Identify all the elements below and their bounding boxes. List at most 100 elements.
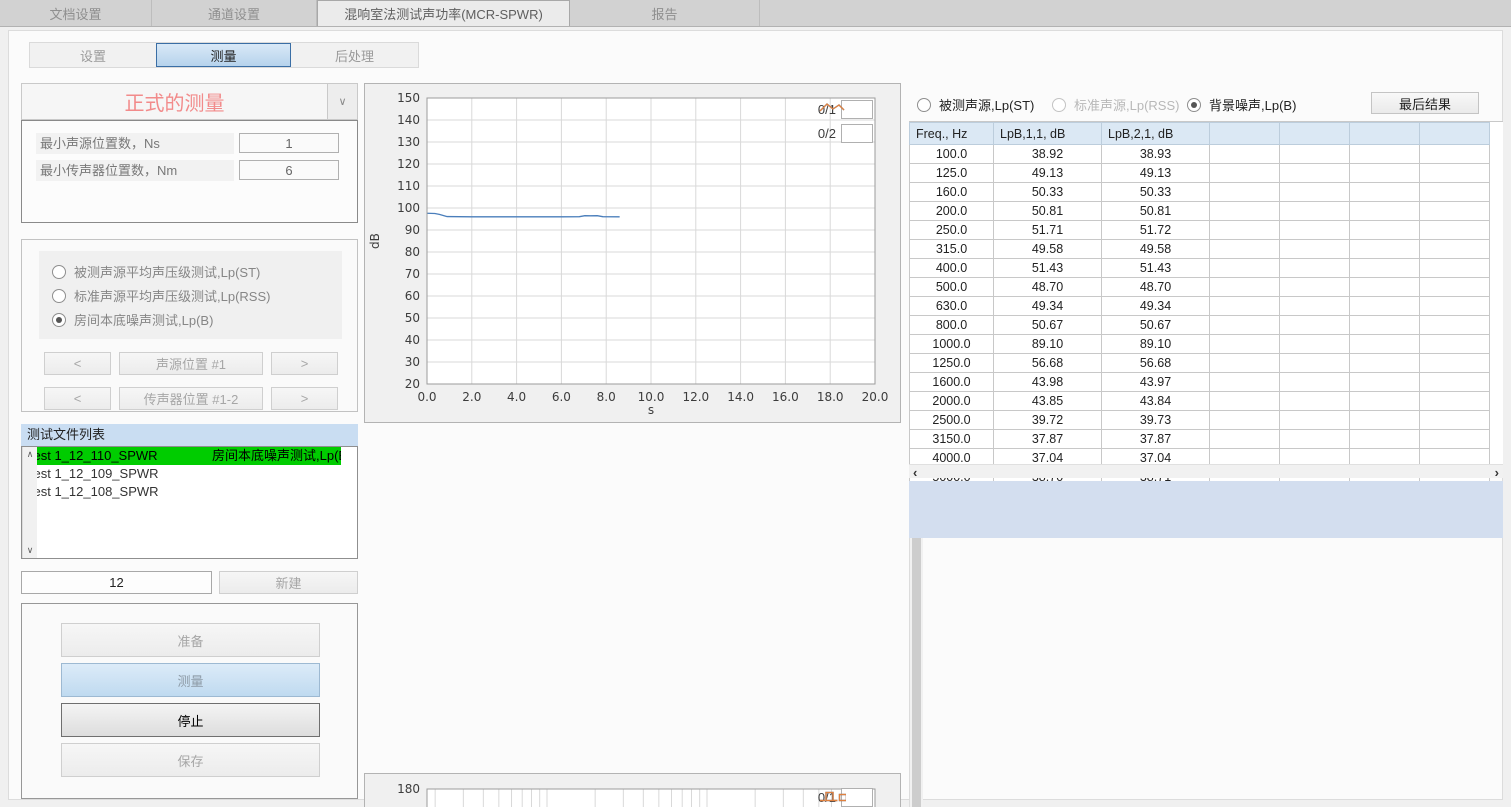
table-cell[interactable]: 1250.0 xyxy=(910,354,994,373)
table-cell-empty[interactable] xyxy=(1210,373,1280,392)
table-row[interactable]: 250.051.7151.72 xyxy=(910,221,1490,240)
table-cell[interactable]: 50.67 xyxy=(994,316,1102,335)
table-cell-empty[interactable] xyxy=(1280,316,1350,335)
table-cell[interactable]: 51.72 xyxy=(1102,221,1210,240)
table-cell[interactable]: 315.0 xyxy=(910,240,994,259)
table-cell[interactable]: 49.34 xyxy=(994,297,1102,316)
mic-pos-button[interactable]: 传声器位置 #1-2 xyxy=(119,387,263,410)
table-cell-empty[interactable] xyxy=(1210,202,1280,221)
table-cell-empty[interactable] xyxy=(1280,278,1350,297)
table-cell[interactable]: 800.0 xyxy=(910,316,994,335)
line-series-icon[interactable] xyxy=(841,124,873,143)
table-cell-empty[interactable] xyxy=(1420,316,1490,335)
table-cell[interactable]: 51.43 xyxy=(994,259,1102,278)
table-cell[interactable]: 39.72 xyxy=(994,411,1102,430)
table-cell[interactable]: 38.93 xyxy=(1102,145,1210,164)
radio-lp-st[interactable]: 被测声源平均声压级测试,Lp(ST) xyxy=(52,262,260,281)
save-button[interactable]: 保存 xyxy=(61,743,320,777)
file-list-item[interactable]: Test 1_12_108_SPWR xyxy=(22,483,341,501)
result-radio-lp-st[interactable]: 被测声源,Lp(ST) xyxy=(917,95,1034,114)
source-pos-prev-button[interactable]: < xyxy=(44,352,111,375)
table-cell-empty[interactable] xyxy=(1210,411,1280,430)
col-lpb21[interactable]: LpB,2,1, dB xyxy=(1102,123,1210,145)
table-row[interactable]: 3150.037.8737.87 xyxy=(910,430,1490,449)
table-cell[interactable]: 51.71 xyxy=(994,221,1102,240)
table-cell-empty[interactable] xyxy=(1280,373,1350,392)
table-cell-empty[interactable] xyxy=(1350,145,1420,164)
table-cell-empty[interactable] xyxy=(1350,278,1420,297)
table-cell[interactable]: 250.0 xyxy=(910,221,994,240)
table-cell-empty[interactable] xyxy=(1420,278,1490,297)
table-cell-empty[interactable] xyxy=(1420,164,1490,183)
tab-channel-settings[interactable]: 通道设置 xyxy=(152,0,317,26)
table-cell-empty[interactable] xyxy=(1280,392,1350,411)
result-radio-lp-rss[interactable]: 标准声源,Lp(RSS) xyxy=(1052,95,1179,114)
table-cell-empty[interactable] xyxy=(1280,145,1350,164)
table-hscrollbar[interactable]: ‹ › xyxy=(909,464,1503,478)
table-cell[interactable]: 89.10 xyxy=(1102,335,1210,354)
table-cell-empty[interactable] xyxy=(1280,411,1350,430)
table-cell[interactable]: 50.67 xyxy=(1102,316,1210,335)
table-cell[interactable]: 37.87 xyxy=(1102,430,1210,449)
table-cell-empty[interactable] xyxy=(1280,240,1350,259)
table-cell-empty[interactable] xyxy=(1280,183,1350,202)
table-cell[interactable]: 1600.0 xyxy=(910,373,994,392)
table-cell[interactable]: 50.81 xyxy=(1102,202,1210,221)
table-cell[interactable]: 37.87 xyxy=(994,430,1102,449)
file-count-button[interactable]: 12 xyxy=(21,571,212,594)
table-cell-empty[interactable] xyxy=(1280,430,1350,449)
table-cell-empty[interactable] xyxy=(1350,430,1420,449)
table-row[interactable]: 400.051.4351.43 xyxy=(910,259,1490,278)
scrollbar-thumb[interactable] xyxy=(912,522,921,807)
table-cell[interactable]: 38.92 xyxy=(994,145,1102,164)
table-cell[interactable]: 43.97 xyxy=(1102,373,1210,392)
table-cell-empty[interactable] xyxy=(1210,221,1280,240)
table-vscrollbar[interactable]: ∧ ∨ xyxy=(909,506,923,807)
table-cell[interactable]: 2000.0 xyxy=(910,392,994,411)
table-cell[interactable]: 51.43 xyxy=(1102,259,1210,278)
table-cell-empty[interactable] xyxy=(1350,354,1420,373)
table-row[interactable]: 500.048.7048.70 xyxy=(910,278,1490,297)
prepare-button[interactable]: 准备 xyxy=(61,623,320,657)
measurement-mode-dropdown[interactable]: 正式的测量 ∨ xyxy=(21,83,358,120)
table-cell-empty[interactable] xyxy=(1350,316,1420,335)
subtab-measure[interactable]: 测量 xyxy=(156,43,291,67)
table-cell-empty[interactable] xyxy=(1420,430,1490,449)
subtab-setup[interactable]: 设置 xyxy=(30,43,156,67)
table-cell[interactable]: 50.33 xyxy=(1102,183,1210,202)
table-cell-empty[interactable] xyxy=(1210,335,1280,354)
table-cell[interactable]: 200.0 xyxy=(910,202,994,221)
table-cell-empty[interactable] xyxy=(1210,145,1280,164)
table-row[interactable]: 800.050.6750.67 xyxy=(910,316,1490,335)
source-pos-button[interactable]: 声源位置 #1 xyxy=(119,352,263,375)
table-cell[interactable]: 48.70 xyxy=(994,278,1102,297)
table-cell-empty[interactable] xyxy=(1420,145,1490,164)
legend-entry[interactable]: 0/2 xyxy=(818,124,873,143)
table-cell-empty[interactable] xyxy=(1420,183,1490,202)
table-cell-empty[interactable] xyxy=(1280,335,1350,354)
mic-pos-prev-button[interactable]: < xyxy=(44,387,111,410)
table-row[interactable]: 2000.043.8543.84 xyxy=(910,392,1490,411)
table-cell-empty[interactable] xyxy=(1420,297,1490,316)
table-cell[interactable]: 1000.0 xyxy=(910,335,994,354)
table-cell-empty[interactable] xyxy=(1350,221,1420,240)
source-pos-next-button[interactable]: > xyxy=(271,352,338,375)
table-cell-empty[interactable] xyxy=(1280,164,1350,183)
table-cell-empty[interactable] xyxy=(1280,297,1350,316)
table-cell-empty[interactable] xyxy=(1210,430,1280,449)
table-row[interactable]: 2500.039.7239.73 xyxy=(910,411,1490,430)
table-cell[interactable]: 630.0 xyxy=(910,297,994,316)
mic-pos-next-button[interactable]: > xyxy=(271,387,338,410)
table-cell-empty[interactable] xyxy=(1210,164,1280,183)
table-cell-empty[interactable] xyxy=(1420,259,1490,278)
stop-button[interactable]: 停止 xyxy=(61,703,320,737)
tab-document-settings[interactable]: 文档设置 xyxy=(0,0,152,26)
table-cell-empty[interactable] xyxy=(1420,202,1490,221)
table-cell[interactable]: 39.73 xyxy=(1102,411,1210,430)
table-cell-empty[interactable] xyxy=(1420,354,1490,373)
table-row[interactable]: 125.049.1349.13 xyxy=(910,164,1490,183)
col-lpb11[interactable]: LpB,1,1, dB xyxy=(994,123,1102,145)
table-cell-empty[interactable] xyxy=(1280,221,1350,240)
table-cell[interactable]: 100.0 xyxy=(910,145,994,164)
table-cell[interactable]: 49.58 xyxy=(1102,240,1210,259)
